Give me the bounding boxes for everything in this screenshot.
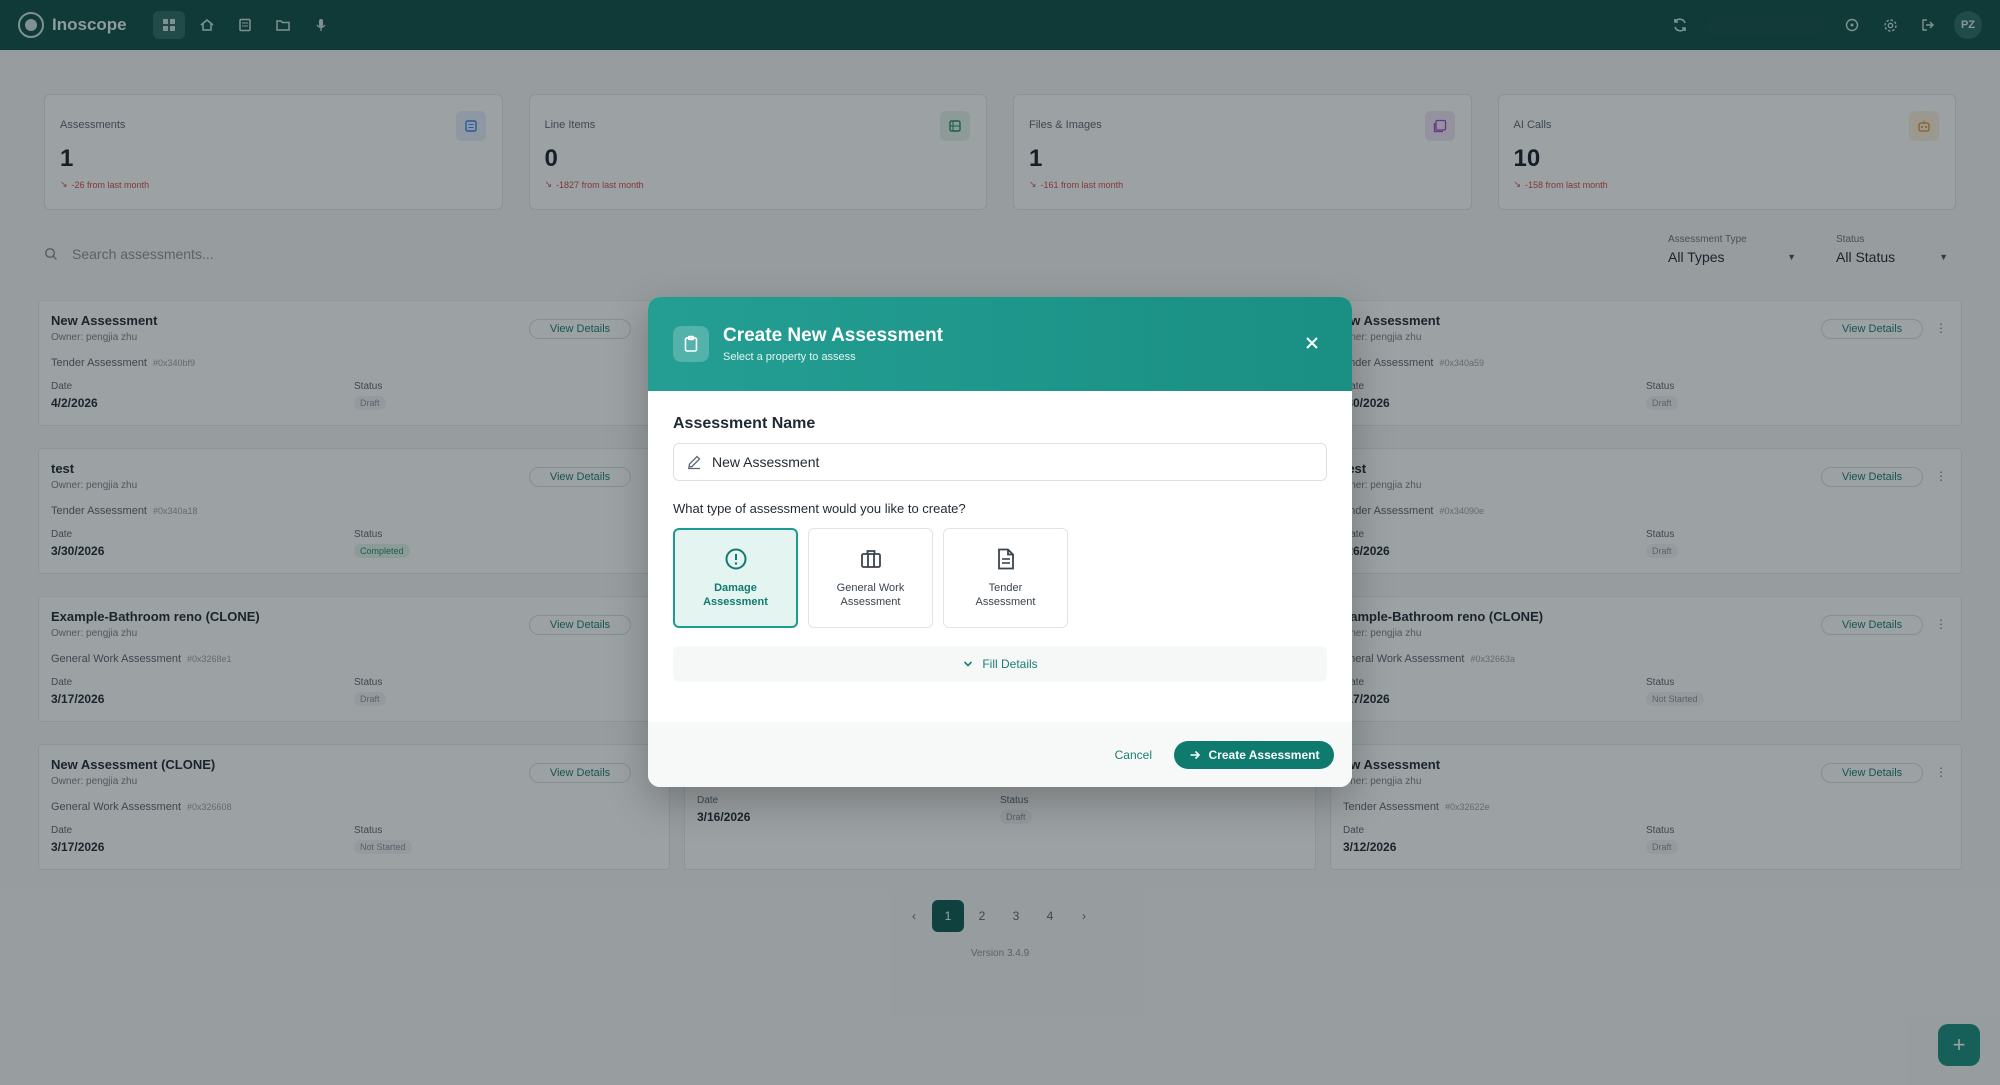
briefcase-icon <box>860 549 881 568</box>
cancel-button[interactable]: Cancel <box>1115 748 1152 762</box>
file-text-icon <box>997 548 1014 570</box>
alert-circle-icon <box>725 548 746 570</box>
type-option-label: Damage Assessment <box>703 581 768 608</box>
assessment-name-input[interactable] <box>712 454 1312 470</box>
close-icon[interactable] <box>1302 333 1322 353</box>
assessment-type-options: Damage Assessment General Work Assessmen… <box>673 528 1327 628</box>
type-option-damage[interactable]: Damage Assessment <box>673 528 798 628</box>
create-assessment-label: Create Assessment <box>1208 747 1320 762</box>
modal-footer: Cancel Create Assessment <box>648 722 1352 787</box>
clipboard-icon <box>673 326 709 362</box>
fill-details-label: Fill Details <box>982 657 1038 671</box>
modal-titles: Create New Assessment Select a property … <box>723 325 943 363</box>
modal-body: Assessment Name What type of assessment … <box>648 391 1352 682</box>
type-option-tender[interactable]: Tender Assessment <box>943 528 1068 628</box>
assessment-name-field[interactable] <box>673 443 1327 481</box>
type-option-general-work[interactable]: General Work Assessment <box>808 528 933 628</box>
chevron-down-icon <box>964 661 973 667</box>
arrow-right-icon <box>1190 750 1200 759</box>
type-option-label: General Work Assessment <box>836 581 905 608</box>
type-option-label: Tender Assessment <box>975 581 1036 608</box>
modal-header: Create New Assessment Select a property … <box>648 297 1352 391</box>
assessment-name-label: Assessment Name <box>673 415 816 432</box>
create-assessment-button[interactable]: Create Assessment <box>1174 740 1334 769</box>
fill-details-toggle[interactable]: Fill Details <box>673 646 1327 682</box>
assessment-type-question: What type of assessment would you like t… <box>673 501 966 516</box>
modal-subtitle: Select a property to assess <box>723 351 856 363</box>
pencil-icon <box>688 455 701 470</box>
modal-title: Create New Assessment <box>723 325 944 346</box>
create-assessment-modal: Create New Assessment Select a property … <box>648 297 1352 787</box>
